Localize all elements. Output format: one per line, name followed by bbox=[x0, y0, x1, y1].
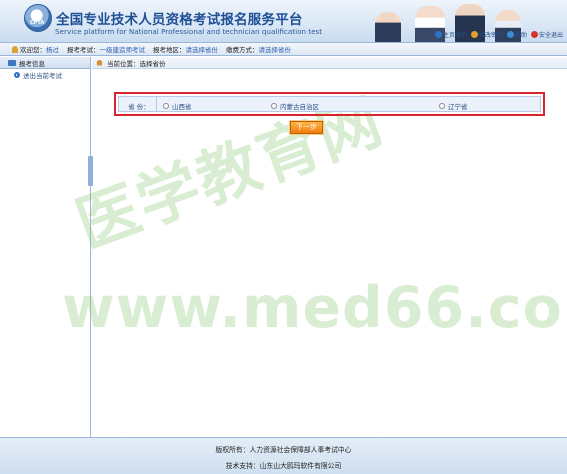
sidebar: 报考信息 进出当前考试 bbox=[0, 57, 91, 437]
province-option-shanxi[interactable]: 山西省 bbox=[163, 101, 192, 111]
divider bbox=[156, 97, 157, 111]
region-value: 请选择省份 bbox=[185, 46, 219, 54]
footer: 版权所有：人力资源社会保障部人事考试中心 技术支持：山东山大鸥玛软件有限公司 bbox=[0, 437, 567, 474]
home-icon bbox=[96, 59, 103, 66]
user-icon bbox=[12, 45, 18, 53]
province-option-inner-mongolia[interactable]: 内蒙古自治区 bbox=[271, 101, 319, 111]
lock-icon bbox=[470, 31, 478, 38]
user-name: 杨过 bbox=[46, 46, 59, 54]
province-select-row: 省 份： 山西省 内蒙古自治区 辽宁省 bbox=[118, 96, 541, 112]
footer-support: 技术支持：山东山大鸥玛软件有限公司 bbox=[225, 462, 342, 470]
watermark-url: www.med66.com bbox=[62, 275, 567, 341]
site-title: 全国专业技术人员资格考试报名服务平台 bbox=[56, 12, 303, 28]
province-option-label: 内蒙古自治区 bbox=[280, 103, 319, 111]
header-banner: CPTA 全国专业技术人员资格考试报名服务平台 Service platform… bbox=[0, 0, 567, 42]
help-icon bbox=[506, 31, 514, 38]
breadcrumb: 当前位置：选择省份 bbox=[92, 57, 567, 69]
util-label: 安全退出 bbox=[538, 32, 563, 39]
payment-label: 缴费方式： bbox=[226, 46, 259, 54]
user-info-bar: 欢迎您： 杨过 报考考试： 一级建造师考试 报考地区： 请选择省份 缴费方式： … bbox=[0, 42, 567, 56]
cpta-logo: CPTA bbox=[24, 4, 52, 32]
province-label: 省 份： bbox=[128, 103, 150, 111]
exam-label: 报考考试： bbox=[67, 46, 100, 54]
province-option-label: 辽宁省 bbox=[448, 103, 468, 111]
header-utility-links: 主页维护 修改密码 帮助 安全退出 bbox=[434, 30, 563, 39]
radio-button[interactable] bbox=[439, 103, 445, 109]
sidebar-header: 报考信息 bbox=[0, 57, 90, 69]
province-option-label: 山西省 bbox=[172, 103, 192, 111]
province-select-panel: 省 份： 山西省 内蒙古自治区 辽宁省 bbox=[114, 92, 545, 116]
sidebar-header-label: 报考信息 bbox=[19, 59, 45, 68]
province-option-liaoning[interactable]: 辽宁省 bbox=[439, 101, 468, 111]
logo-text: CPTA bbox=[30, 20, 45, 26]
site-subtitle: Service platform for National Profession… bbox=[55, 27, 323, 36]
next-step-button[interactable]: 下一步 bbox=[289, 120, 324, 135]
util-label: 帮助 bbox=[514, 32, 527, 39]
util-change-password[interactable]: 修改密码 bbox=[470, 30, 503, 39]
welcome-label: 欢迎您： bbox=[20, 46, 46, 54]
radio-button[interactable] bbox=[271, 103, 277, 109]
util-label: 修改密码 bbox=[478, 32, 503, 39]
power-icon bbox=[530, 31, 538, 38]
exam-value: 一级建造师考试 bbox=[99, 46, 146, 54]
folder-icon bbox=[8, 59, 16, 66]
radio-button[interactable] bbox=[163, 103, 169, 109]
region-label: 报考地区： bbox=[153, 46, 186, 54]
util-label: 主页维护 bbox=[442, 32, 467, 39]
home-maintenance-icon bbox=[434, 31, 442, 38]
breadcrumb-text: 当前位置：选择省份 bbox=[107, 59, 166, 68]
payment-value: 请选择省份 bbox=[258, 46, 292, 54]
sidebar-item-exit-current-exam[interactable]: 进出当前考试 bbox=[0, 69, 90, 81]
util-safe-exit[interactable]: 安全退出 bbox=[530, 30, 563, 39]
arrow-circle-icon bbox=[14, 72, 20, 78]
footer-copyright: 版权所有：人力资源社会保障部人事考试中心 bbox=[215, 446, 352, 454]
sidebar-item-label: 进出当前考试 bbox=[23, 72, 62, 80]
util-help[interactable]: 帮助 bbox=[506, 30, 527, 39]
util-home-maintenance[interactable]: 主页维护 bbox=[434, 30, 467, 39]
